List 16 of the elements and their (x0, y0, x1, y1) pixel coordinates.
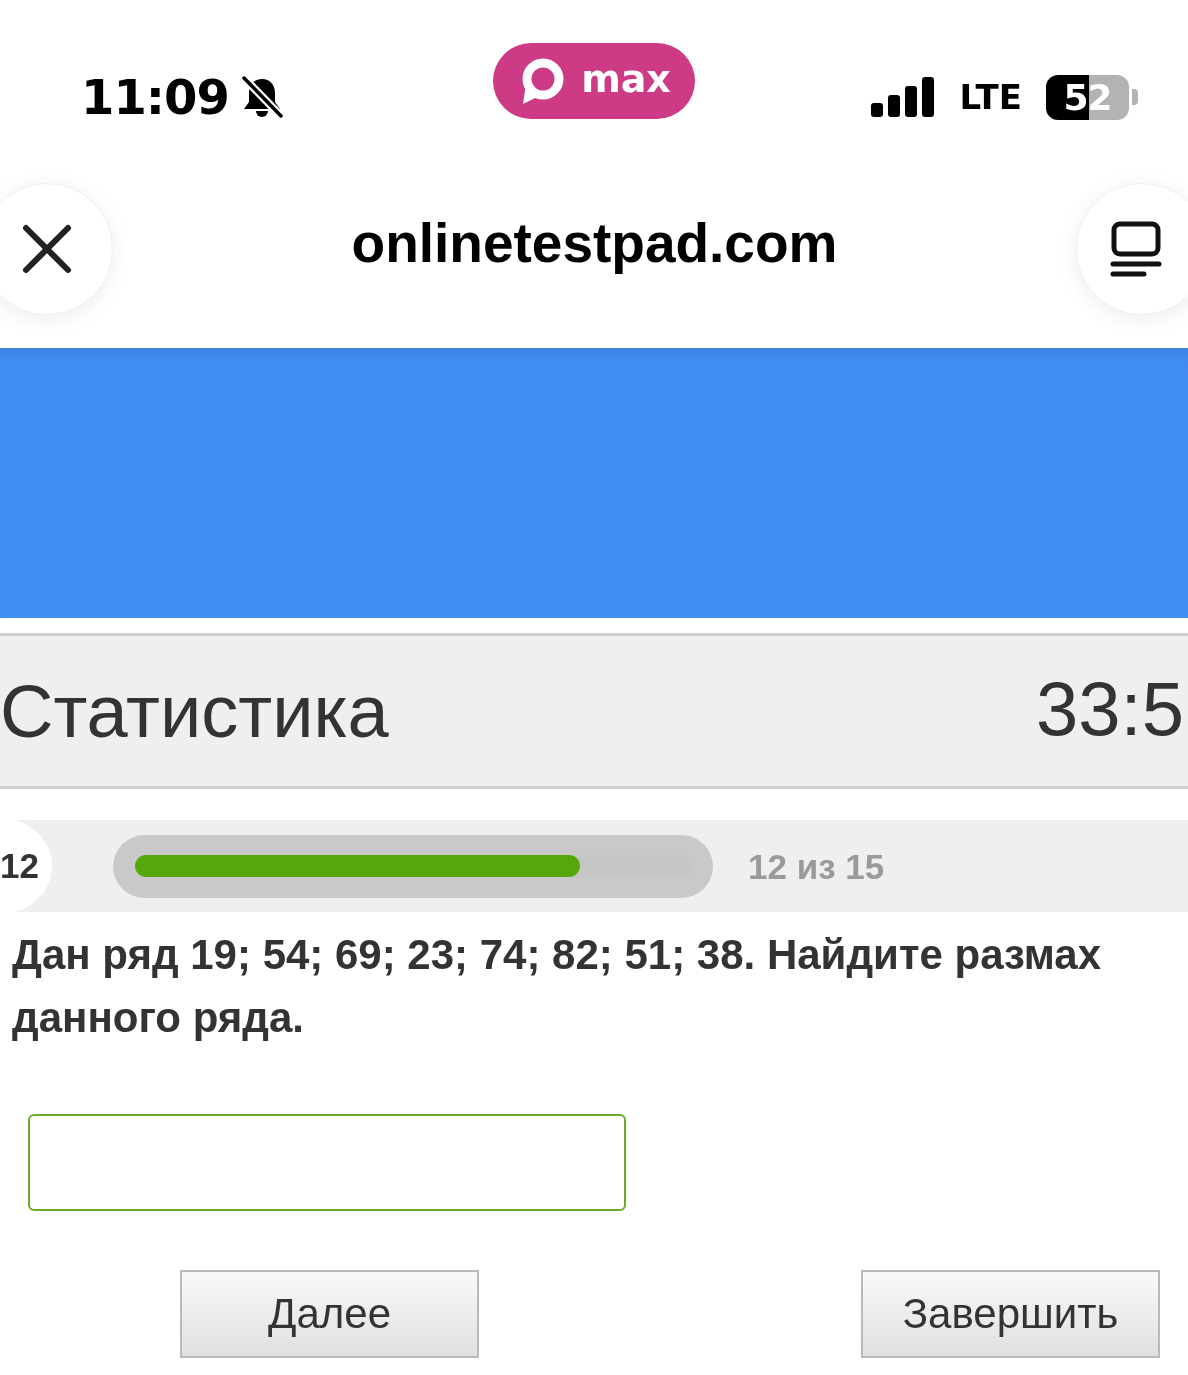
answer-field[interactable] (28, 1114, 626, 1211)
app-pill[interactable]: max (493, 43, 695, 119)
signal-bars-icon (870, 77, 936, 117)
finish-button[interactable]: Завершить (861, 1270, 1160, 1358)
question-number: 12 (0, 818, 52, 914)
close-icon (22, 224, 72, 274)
question-text: Дан ряд 19; 54; 69; 23; 74; 82; 51; 38. Найдите размах данного ряда. (11, 930, 1103, 1043)
status-time: 11:09 (81, 71, 229, 123)
next-button[interactable]: Далее (180, 1270, 479, 1358)
app-name: max (581, 57, 671, 101)
network-type: LTE (959, 77, 1022, 117)
site-title: onlinetestpad.com (351, 211, 838, 275)
card-lines-icon (1110, 221, 1162, 277)
progress-reading: 12 из 15 (748, 847, 885, 887)
timer: 33:5 (1036, 665, 1184, 753)
test-title: Статистика (0, 669, 389, 755)
